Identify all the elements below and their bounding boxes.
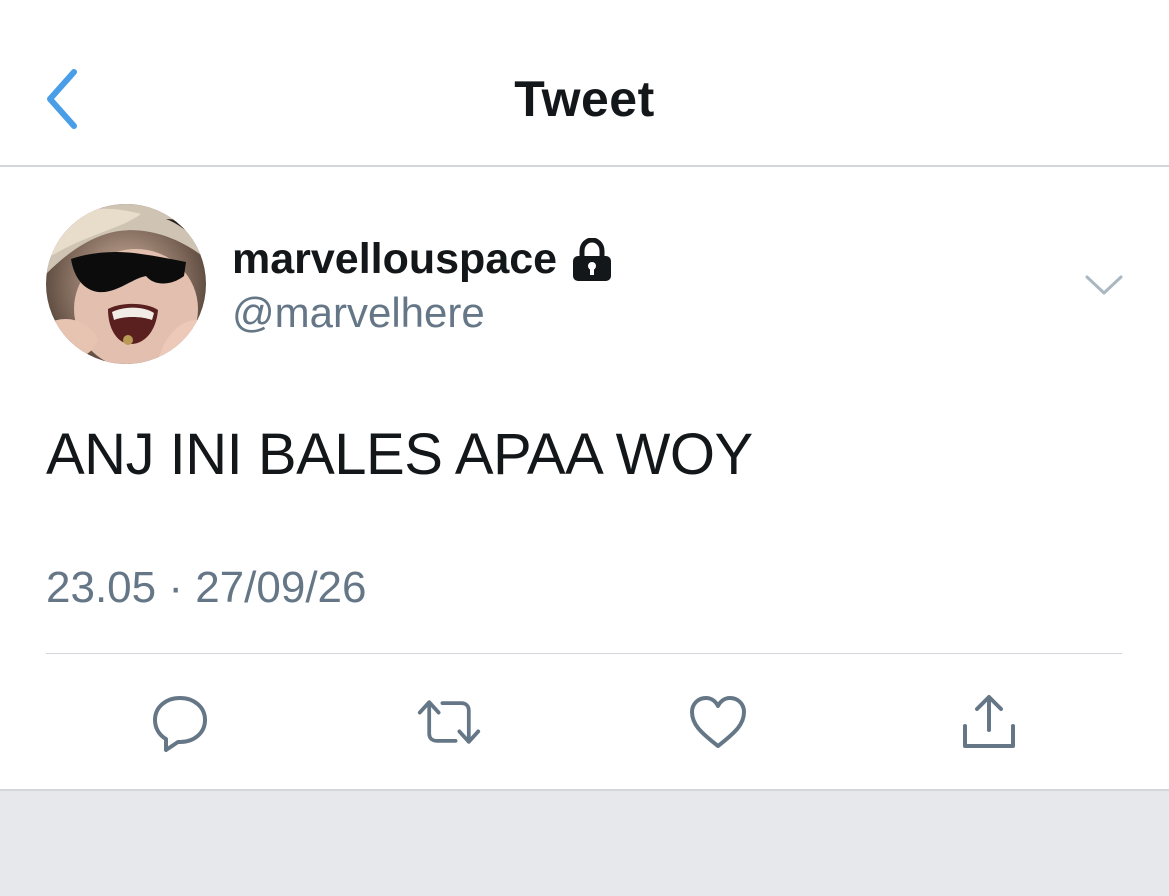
- retweet-icon: [417, 700, 481, 744]
- display-name-text: marvellouspace: [232, 235, 558, 283]
- tweet-text: ANJ INI BALES APAA WOY: [46, 422, 753, 487]
- share-icon: [963, 695, 1015, 748]
- lock-icon: [571, 237, 613, 282]
- user-handle[interactable]: @marvelhere: [232, 289, 485, 337]
- share-button[interactable]: [956, 689, 1022, 755]
- display-name[interactable]: marvellouspace: [232, 235, 613, 284]
- avatar-image: [46, 204, 206, 364]
- heart-icon: [690, 696, 746, 748]
- reply-icon: [153, 696, 207, 752]
- avatar[interactable]: [46, 204, 206, 364]
- retweet-button[interactable]: [416, 689, 482, 755]
- tweet-actions: [0, 655, 1169, 789]
- navigation-bar: Tweet: [0, 0, 1169, 167]
- tweet-menu-button[interactable]: [1078, 265, 1130, 305]
- tweet-timestamp: 23.05 · 27/09/26: [46, 563, 367, 612]
- footer-area: [0, 789, 1169, 896]
- reply-button[interactable]: [147, 689, 213, 755]
- divider: [46, 653, 1122, 654]
- like-button[interactable]: [685, 689, 751, 755]
- page-title: Tweet: [514, 71, 655, 127]
- tweet-detail: marvellouspace @marvelhere ANJ INI BALES…: [0, 169, 1169, 789]
- chevron-down-icon: [1085, 275, 1123, 295]
